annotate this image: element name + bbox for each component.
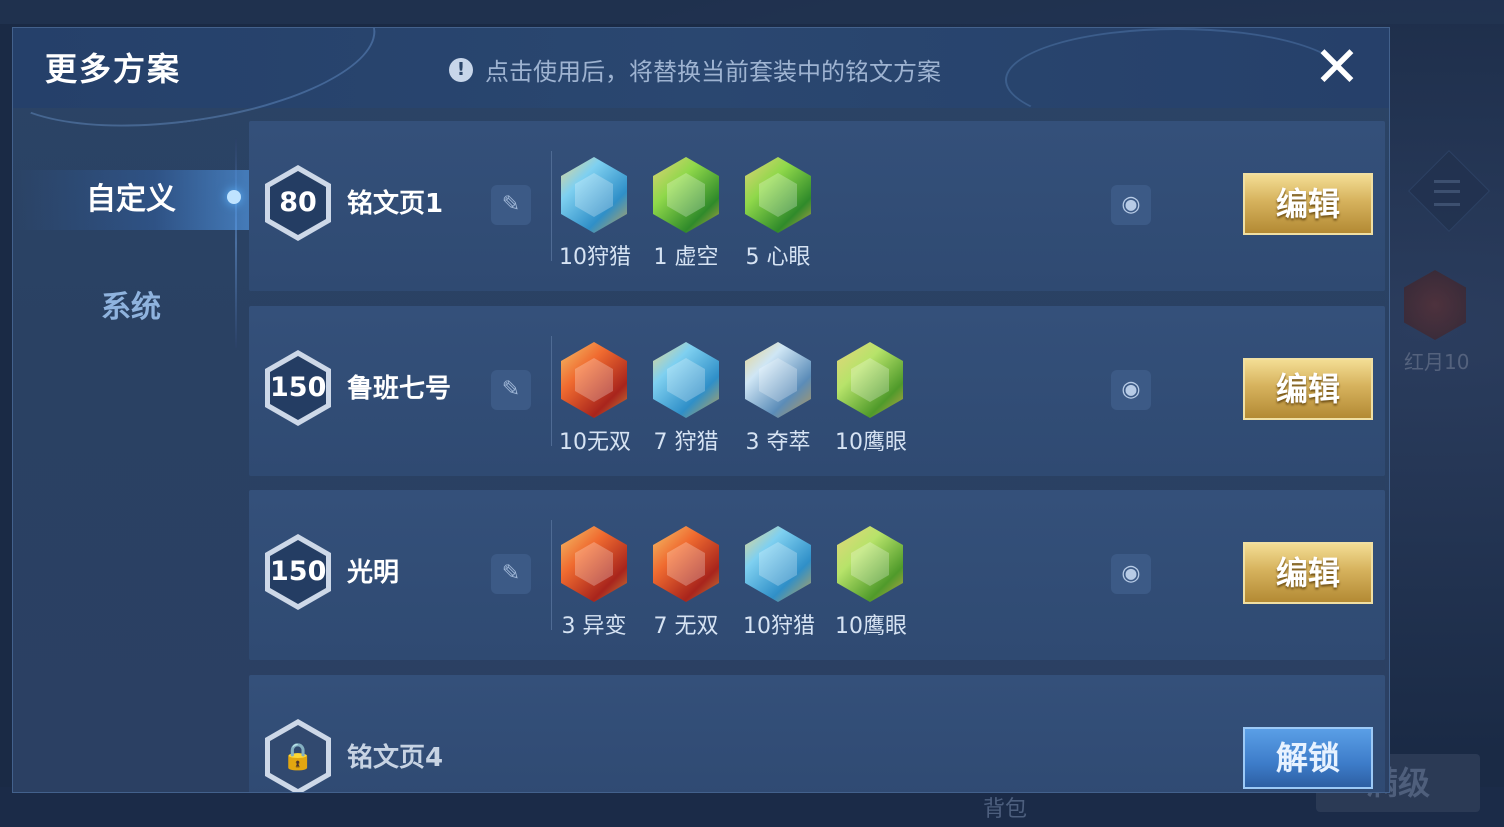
rune-list: 10无双 7 狩猎 3 夺萃 10鹰眼 [559, 342, 907, 456]
modal-header: 更多方案 ! 点击使用后，将替换当前套装中的铭文方案 ✕ [13, 28, 1389, 149]
rune-label: 5 心眼 [745, 245, 811, 270]
rune-item[interactable]: 3 夺萃 [743, 342, 813, 456]
notice-text: 点击使用后，将替换当前套装中的铭文方案 [485, 58, 941, 86]
rune-item[interactable]: 10鹰眼 [835, 526, 907, 640]
rune-label: 10狩猎 [559, 245, 631, 270]
tab-system[interactable]: 系统 [13, 278, 249, 338]
rune-page-row: 80 铭文页1 ✎ 10狩猎 1 虚空 5 心眼 ◉ 编辑 [249, 121, 1385, 291]
divider [551, 151, 552, 261]
background-topbar [0, 0, 1504, 24]
rune-page-row: 150 光明 ✎ 3 异变 7 无双 10狩猎 10鹰眼 ◉ 编辑 [249, 490, 1385, 660]
plan-tabs: 自定义 系统 [13, 108, 249, 792]
rune-page-row-locked: 🔒 铭文页4 解锁 [249, 675, 1385, 792]
pen-icon[interactable]: ✎ [491, 554, 531, 594]
pen-icon[interactable]: ✎ [491, 185, 531, 225]
rune-item[interactable]: 10鹰眼 [835, 342, 907, 456]
rune-label: 10鹰眼 [835, 430, 907, 455]
edit-button[interactable]: 编辑 [1243, 358, 1373, 420]
edit-button[interactable]: 编辑 [1243, 542, 1373, 604]
rune-item[interactable]: 5 心眼 [743, 157, 813, 271]
rune-label: 10狩猎 [743, 614, 815, 639]
decor-swirl [1005, 28, 1349, 132]
background-bottombar [0, 787, 1504, 827]
pen-icon[interactable]: ✎ [491, 370, 531, 410]
rune-label: 7 无双 [653, 614, 719, 639]
rune-label: 7 狩猎 [653, 430, 719, 455]
lock-badge: 🔒 [265, 719, 331, 792]
rune-item[interactable]: 10狩猎 [559, 157, 631, 271]
rune-label: 1 虚空 [653, 245, 719, 270]
side-rune-label: 红月10 [1404, 350, 1470, 374]
level-badge: 150 [265, 350, 331, 426]
rune-label: 10无双 [559, 430, 631, 455]
page-name: 鲁班七号 [347, 374, 452, 404]
level-value: 150 [270, 540, 326, 604]
eye-icon[interactable]: ◉ [1111, 185, 1151, 225]
page-name: 光明 [347, 558, 400, 588]
eye-icon[interactable]: ◉ [1111, 370, 1151, 410]
rune-extract-icon [745, 342, 811, 418]
lock-icon: 🔒 [270, 725, 326, 789]
unlock-button[interactable]: 解锁 [1243, 727, 1373, 789]
rune-heart-eye-icon [745, 157, 811, 233]
rune-list: 3 异变 7 无双 10狩猎 10鹰眼 [559, 526, 907, 640]
level-value: 150 [270, 356, 326, 420]
level-value: 80 [270, 171, 326, 235]
rune-mutation-icon [561, 526, 627, 602]
rune-list: 10狩猎 1 虚空 5 心眼 [559, 157, 813, 271]
rune-label: 3 夺萃 [745, 430, 811, 455]
rune-item[interactable]: 7 无双 [651, 526, 721, 640]
bag-tab[interactable]: 背包 [960, 797, 1050, 827]
divider [551, 336, 552, 446]
level-badge: 80 [265, 165, 331, 241]
menu-icon [1434, 180, 1460, 206]
rune-hunt-icon [745, 526, 811, 602]
rune-label: 3 异变 [561, 614, 627, 639]
rune-label: 10鹰眼 [835, 614, 907, 639]
eye-icon[interactable]: ◉ [1111, 554, 1151, 594]
more-plans-modal: 更多方案 ! 点击使用后，将替换当前套装中的铭文方案 ✕ 自定义 系统 80 铭… [12, 27, 1390, 793]
active-tab-indicator [227, 190, 241, 204]
page-name: 铭文页4 [347, 743, 444, 773]
notice: ! 点击使用后，将替换当前套装中的铭文方案 [449, 52, 941, 87]
exclamation-icon: ! [449, 57, 473, 82]
rune-void-icon [653, 157, 719, 233]
tab-custom[interactable]: 自定义 [13, 170, 249, 230]
rune-item[interactable]: 10狩猎 [743, 526, 815, 640]
rune-item[interactable]: 3 异变 [559, 526, 629, 640]
rune-hunt-icon [561, 157, 627, 233]
rune-peerless-icon [561, 342, 627, 418]
rune-hunt-icon [653, 342, 719, 418]
edit-button[interactable]: 编辑 [1243, 173, 1373, 235]
close-button[interactable]: ✕ [1309, 40, 1365, 96]
rune-item[interactable]: 1 虚空 [651, 157, 721, 271]
rune-hawk-eye-icon [837, 342, 903, 418]
rune-page-row: 150 鲁班七号 ✎ 10无双 7 狩猎 3 夺萃 10鹰眼 ◉ 编辑 [249, 306, 1385, 476]
rune-item[interactable]: 7 狩猎 [651, 342, 721, 456]
rune-item[interactable]: 10无双 [559, 342, 631, 456]
divider [551, 520, 552, 630]
level-badge: 150 [265, 534, 331, 610]
modal-title: 更多方案 [45, 50, 182, 88]
rune-hawk-eye-icon [837, 526, 903, 602]
page-name: 铭文页1 [347, 189, 444, 219]
rune-peerless-icon [653, 526, 719, 602]
